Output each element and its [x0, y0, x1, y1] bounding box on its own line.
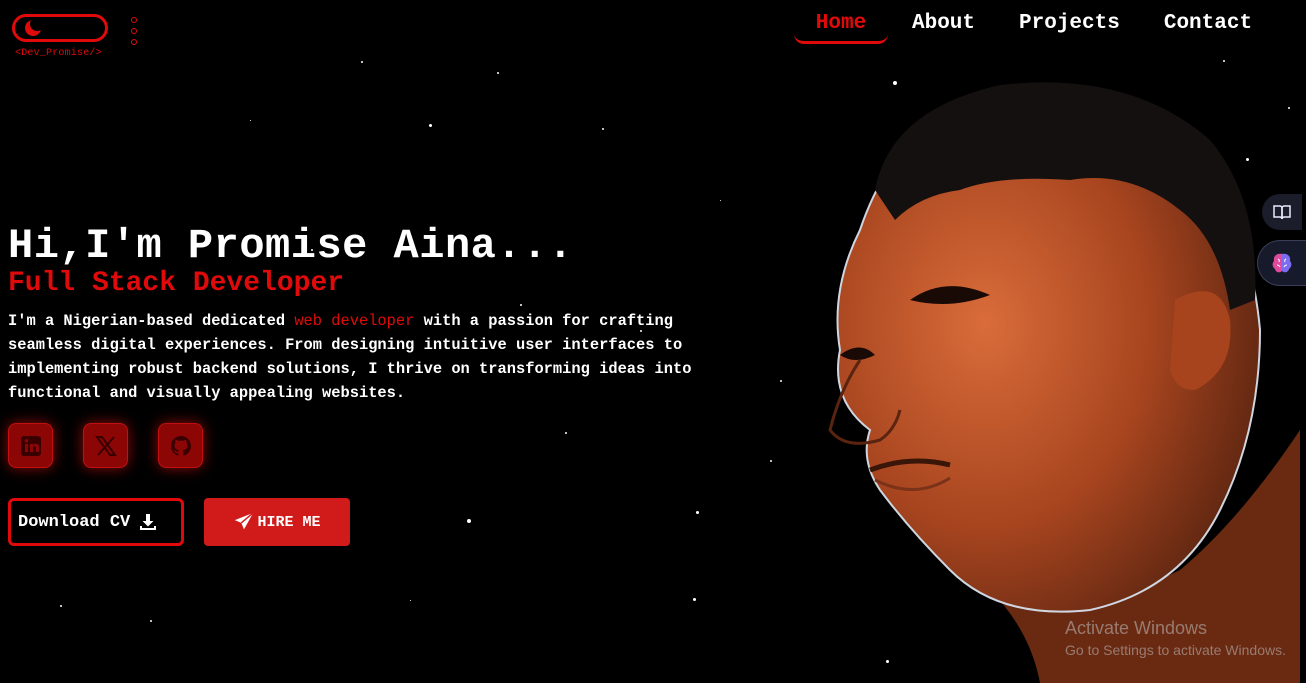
nav-projects[interactable]: Projects [1019, 8, 1120, 44]
desc-highlight: web developer [294, 312, 415, 330]
theme-toggle[interactable] [12, 14, 108, 42]
windows-activation-title: Activate Windows [1065, 618, 1208, 638]
more-menu-icon[interactable] [130, 17, 138, 45]
book-icon [1273, 205, 1291, 220]
paper-plane-icon [235, 512, 255, 530]
hire-me-button[interactable]: HIRE ME [204, 498, 350, 546]
download-cv-label: Download CV [18, 512, 131, 532]
main-nav: Home About Projects Contact [794, 8, 1252, 44]
linkedin-button[interactable] [8, 423, 53, 468]
download-icon [140, 514, 157, 530]
nav-about[interactable]: About [912, 8, 975, 44]
social-links [8, 423, 203, 468]
windows-activation-subtitle: Go to Settings to activate Windows. [1065, 642, 1286, 658]
linkedin-icon [20, 435, 41, 456]
site-logo-text[interactable]: <Dev_Promise/> [15, 48, 102, 59]
nav-contact[interactable]: Contact [1164, 8, 1252, 44]
nav-home[interactable]: Home [794, 8, 888, 44]
hire-me-label: HIRE ME [257, 513, 321, 531]
hero-description: I'm a Nigerian-based dedicated web devel… [8, 309, 728, 405]
reader-mode-button[interactable] [1262, 194, 1302, 230]
ai-assistant-button[interactable] [1257, 240, 1306, 286]
x-twitter-button[interactable] [83, 423, 128, 468]
github-button[interactable] [158, 423, 203, 468]
desc-before: I'm a Nigerian-based dedicated [8, 312, 295, 330]
download-cv-button[interactable]: Download CV [8, 498, 184, 546]
hero-title: Hi,I'm Promise Aina... [8, 222, 574, 270]
github-icon [170, 435, 191, 456]
hero-role: Full Stack Developer [8, 268, 345, 299]
x-twitter-icon [94, 435, 117, 456]
moon-icon [25, 17, 44, 36]
brain-icon [1272, 253, 1292, 273]
profile-portrait [828, 82, 1300, 683]
